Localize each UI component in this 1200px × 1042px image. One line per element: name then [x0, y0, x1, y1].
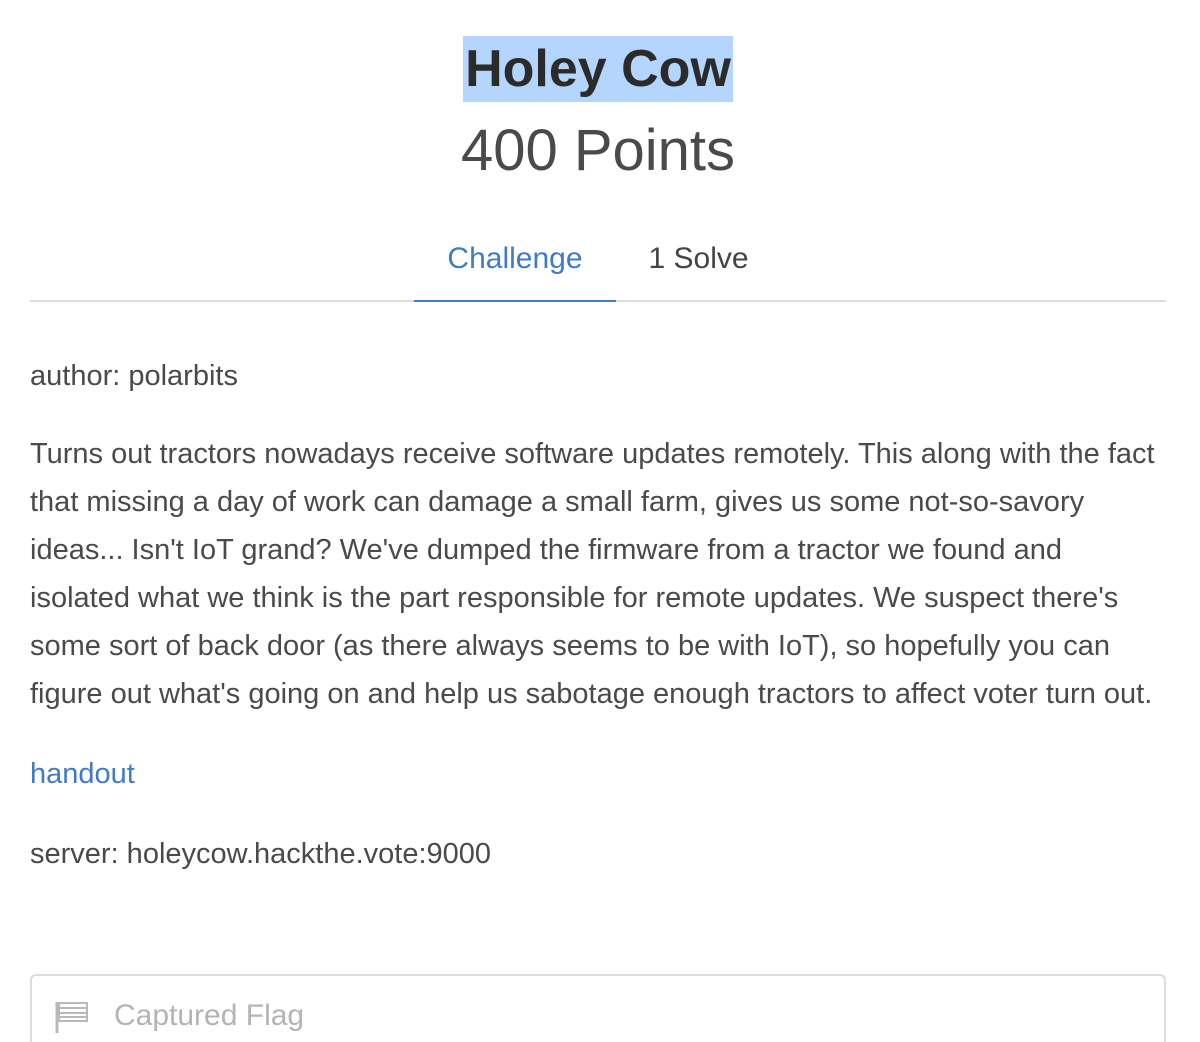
challenge-tabs: Challenge 1 Solve	[30, 232, 1166, 302]
challenge-content: author: polarbits Turns out tractors now…	[30, 352, 1166, 878]
captured-flag-input[interactable]	[114, 996, 1014, 1036]
tab-solves[interactable]: 1 Solve	[616, 232, 782, 300]
server-info: server: holeycow.hackthe.vote:9000	[30, 838, 492, 870]
tab-challenge[interactable]: Challenge	[414, 232, 616, 302]
challenge-description: Turns out tractors nowadays receive soft…	[30, 438, 1155, 710]
handout-link[interactable]: handout	[30, 750, 135, 798]
flag-input-container[interactable]	[30, 974, 1166, 1042]
challenge-page: Holey Cow 400 Points Challenge 1 Solve a…	[0, 0, 1200, 1042]
challenge-header: Holey Cow 400 Points	[30, 0, 1166, 186]
challenge-points: 400 Points	[460, 118, 736, 183]
flag-icon	[54, 1000, 90, 1034]
author-text: author: polarbits	[30, 360, 238, 392]
challenge-title: Holey Cow	[463, 36, 733, 102]
